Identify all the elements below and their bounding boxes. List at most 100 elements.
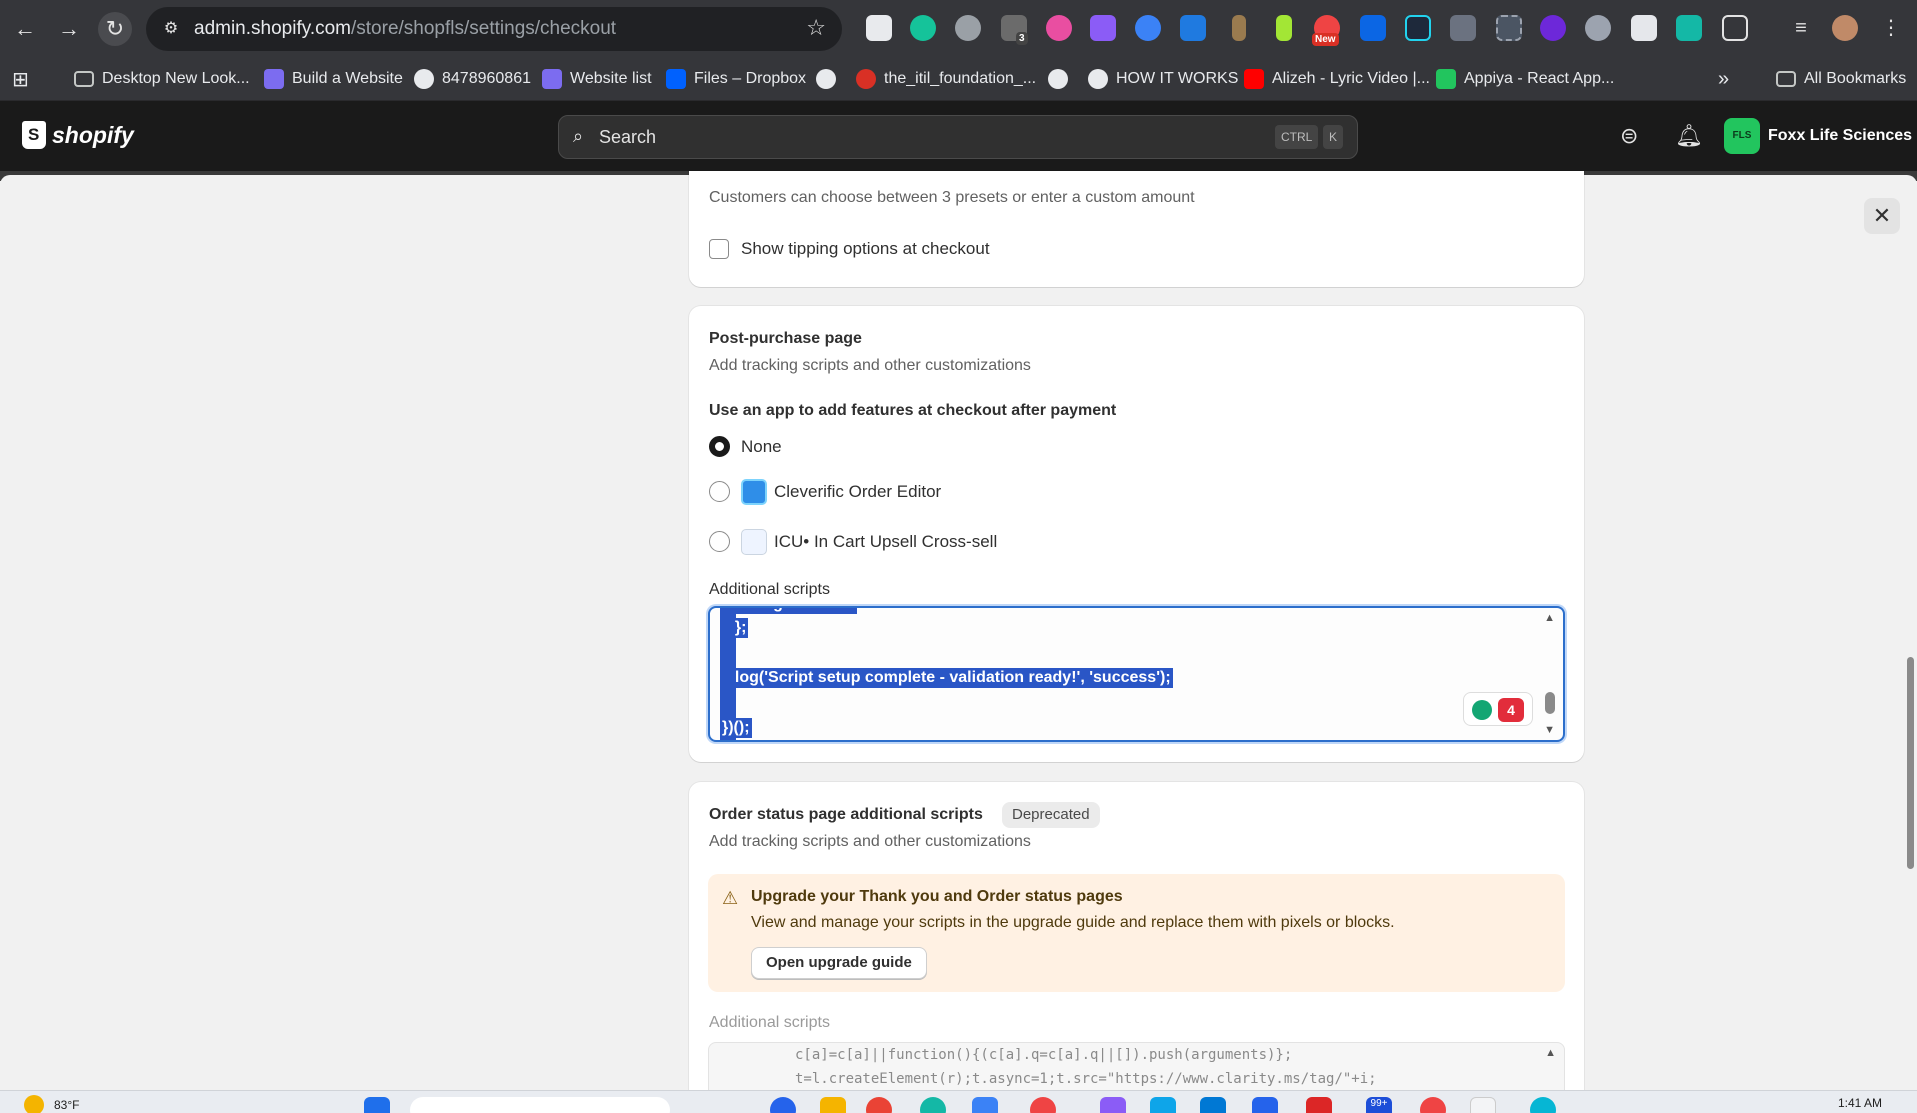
new-badge: New xyxy=(1312,33,1339,46)
sidekick-icon[interactable]: ⊜ xyxy=(1620,123,1638,149)
extension-icon[interactable] xyxy=(1450,15,1476,41)
extension-icon[interactable] xyxy=(1360,15,1386,41)
teams-icon[interactable]: 99+ xyxy=(1366,1097,1392,1113)
extensions-puzzle-icon[interactable] xyxy=(1722,15,1748,41)
bookmark-item[interactable]: Alizeh - Lyric Video |... xyxy=(1244,66,1430,92)
chrome-icon[interactable] xyxy=(866,1097,892,1113)
bookmark-label: Build a Website xyxy=(292,70,403,87)
bookmark-item[interactable]: Appiya - React App... xyxy=(1436,66,1614,92)
profile-avatar[interactable] xyxy=(1832,15,1858,41)
extension-icon[interactable] xyxy=(1090,15,1116,41)
tipping-checkbox[interactable] xyxy=(709,239,729,259)
system-clock[interactable]: 1:41 AM xyxy=(1838,1096,1882,1110)
textarea-scroll-down-icon[interactable]: ▼ xyxy=(1544,724,1555,736)
tipping-checkbox-label[interactable]: Show tipping options at checkout xyxy=(741,239,990,259)
calendar-icon[interactable] xyxy=(1252,1097,1278,1113)
bookmark-item[interactable]: Files – Dropbox xyxy=(666,66,806,92)
taskbar-app-icon[interactable] xyxy=(1306,1097,1332,1113)
taskbar-app-icon[interactable] xyxy=(972,1097,998,1113)
weather-temperature: 83°F xyxy=(54,1098,80,1112)
close-modal-button[interactable]: ✕ xyxy=(1864,198,1900,234)
radio-none[interactable] xyxy=(709,436,730,457)
shopify-logo[interactable]: shopify xyxy=(22,121,134,149)
extension-icon[interactable] xyxy=(1676,15,1702,41)
address-bar[interactable]: ⚙ admin.shopify.com/store/shopfls/settin… xyxy=(146,7,842,51)
upgrade-banner: ⚠ Upgrade your Thank you and Order statu… xyxy=(708,874,1565,992)
notifications-bell-icon[interactable]: 🔔︎ xyxy=(1675,123,1703,149)
tipping-subtitle: Customers can choose between 3 presets o… xyxy=(709,189,1195,206)
browser-toolbar: ← → ↻ ⚙ admin.shopify.com/store/shopfls/… xyxy=(0,0,1917,57)
grammarly-issue-count[interactable]: 4 xyxy=(1498,698,1524,722)
taskbar-search[interactable] xyxy=(410,1097,670,1113)
screenshot-extension-icon[interactable] xyxy=(1496,15,1522,41)
extension-icon[interactable] xyxy=(955,15,981,41)
icu-app-icon xyxy=(741,529,767,555)
bookmark-star-icon[interactable]: ☆ xyxy=(806,15,826,41)
all-bookmarks-button[interactable]: All Bookmarks xyxy=(1776,66,1906,92)
extension-icon[interactable] xyxy=(1276,15,1292,41)
grammarly-assist-icon[interactable] xyxy=(1472,700,1492,720)
warning-icon: ⚠ xyxy=(722,888,739,908)
taskbar-app-icon[interactable] xyxy=(1100,1097,1126,1113)
youtube-icon xyxy=(1244,69,1264,89)
extension-icon[interactable] xyxy=(866,15,892,41)
taskbar-app-icon[interactable] xyxy=(1470,1097,1496,1113)
textarea-scroll-up-icon[interactable]: ▲ xyxy=(1544,612,1555,624)
extension-icon[interactable] xyxy=(1180,15,1206,41)
browser-menu-icon[interactable]: ⋮ xyxy=(1878,15,1904,41)
back-icon[interactable]: ← xyxy=(8,12,42,46)
apps-grid-icon[interactable]: ⊞ xyxy=(12,66,29,92)
taskbar-app-icon[interactable] xyxy=(1030,1097,1056,1113)
textarea-scrollbar-thumb[interactable] xyxy=(1545,692,1555,714)
weather-widget[interactable]: 83°F xyxy=(24,1095,79,1113)
bookmark-item[interactable] xyxy=(816,66,836,92)
extension-icon[interactable] xyxy=(1540,15,1566,41)
globe-icon xyxy=(1048,69,1068,89)
radio-cleverific[interactable] xyxy=(709,481,730,502)
bookmark-item[interactable]: the_itil_foundation_... xyxy=(856,66,1036,92)
option-none-label[interactable]: None xyxy=(741,437,782,457)
forward-icon[interactable]: → xyxy=(52,12,86,46)
bookmark-item[interactable]: Desktop New Look... xyxy=(74,66,250,92)
more-bookmarks-button[interactable]: » xyxy=(1718,66,1729,92)
bookmark-item[interactable]: Website list xyxy=(542,66,652,92)
extension-icon[interactable] xyxy=(1585,15,1611,41)
textarea-scroll-up-icon[interactable]: ▲ xyxy=(1545,1047,1556,1059)
reading-list-icon[interactable]: ≡ xyxy=(1788,15,1814,41)
search-bar[interactable]: ⌕ Search CTRL K xyxy=(558,115,1358,159)
site-settings-icon[interactable]: ⚙ xyxy=(160,18,182,40)
page-scrollbar-thumb[interactable] xyxy=(1907,657,1914,869)
radio-icu[interactable] xyxy=(709,531,730,552)
taskbar-app-icon[interactable] xyxy=(1530,1097,1556,1113)
option-cleverific-label[interactable]: Cleverific Order Editor xyxy=(774,482,941,502)
grammarly-widget[interactable]: 4 xyxy=(1463,692,1533,726)
open-upgrade-guide-button[interactable]: Open upgrade guide xyxy=(751,947,927,979)
url-text[interactable]: admin.shopify.com/store/shopfls/settings… xyxy=(194,18,616,40)
page-scrollbar[interactable] xyxy=(1905,181,1917,1090)
windows-start-icon[interactable] xyxy=(364,1097,390,1113)
outlook-icon[interactable] xyxy=(1200,1097,1226,1113)
extension-icon[interactable] xyxy=(1405,15,1431,41)
file-explorer-icon[interactable] xyxy=(820,1097,846,1113)
bookmark-label: Website list xyxy=(570,70,652,87)
bookmark-favicon xyxy=(264,69,284,89)
bookmark-item[interactable]: HOW IT WORKS xyxy=(1088,66,1238,92)
extension-icon[interactable] xyxy=(1232,15,1246,41)
bookmark-item[interactable]: 8478960861 xyxy=(414,66,531,92)
grammarly-extension-icon[interactable] xyxy=(910,15,936,41)
additional-scripts-textarea[interactable]: config: CONFIG }; log('Script setup comp… xyxy=(708,606,1565,742)
extension-icon[interactable] xyxy=(1046,15,1072,41)
taskbar-app-icon[interactable] xyxy=(1150,1097,1176,1113)
taskbar-app-icon[interactable] xyxy=(920,1097,946,1113)
search-icon: ⌕ xyxy=(573,126,584,146)
taskbar-app-icon[interactable] xyxy=(770,1097,796,1113)
bookmark-item[interactable]: Build a Website xyxy=(264,66,403,92)
extension-icon[interactable] xyxy=(1135,15,1161,41)
option-icu-label[interactable]: ICU• In Cart Upsell Cross-sell xyxy=(774,532,997,552)
bookmark-item[interactable] xyxy=(1048,66,1068,92)
extension-icon[interactable] xyxy=(1631,15,1657,41)
taskbar-app-icon[interactable] xyxy=(1420,1097,1446,1113)
reload-icon[interactable]: ↻ xyxy=(98,12,132,46)
store-menu[interactable]: FLS Foxx Life Sciences xyxy=(1724,118,1912,154)
globe-icon xyxy=(1088,69,1108,89)
